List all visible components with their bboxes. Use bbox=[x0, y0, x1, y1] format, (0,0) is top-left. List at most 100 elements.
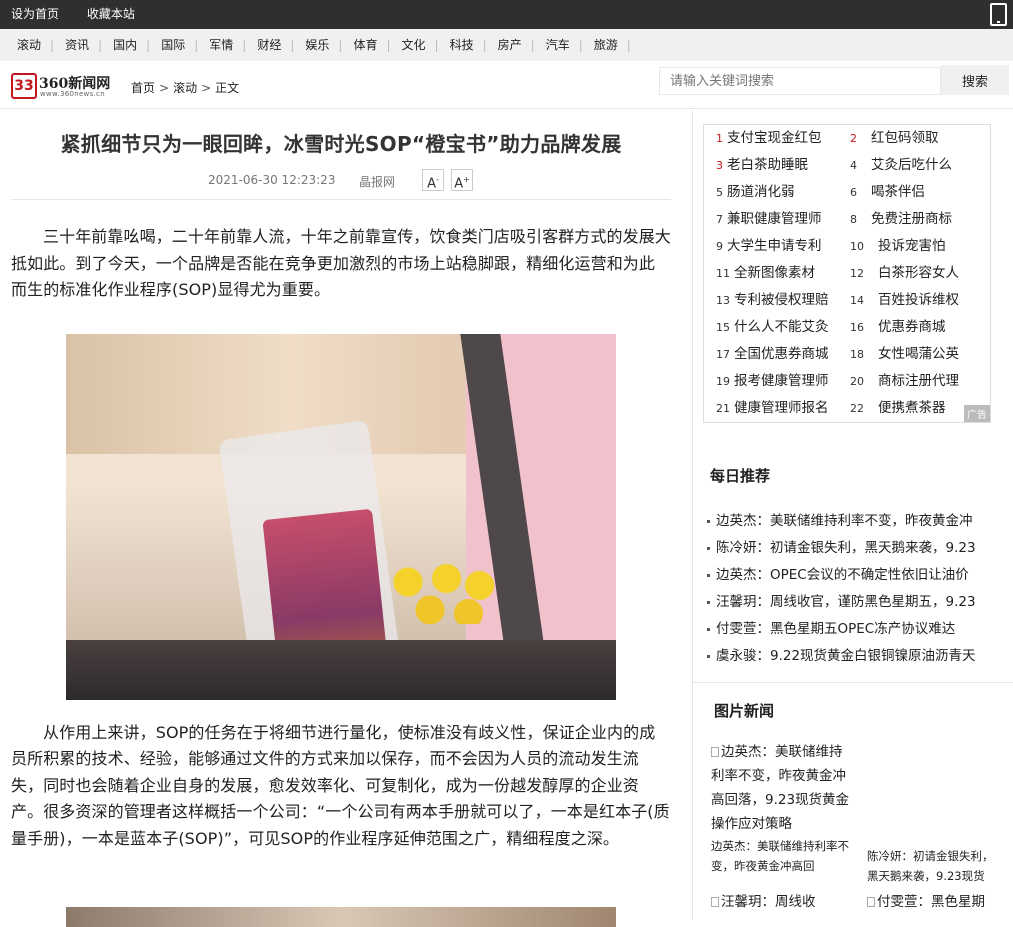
hot-label: 红包码领取 bbox=[871, 130, 939, 146]
nav-item[interactable]: 娱乐 bbox=[294, 29, 342, 61]
daily-recommend-item[interactable]: 汪馨玥：周线收官，谨防黑色星期五，9.23 bbox=[707, 589, 1012, 616]
nav-item[interactable]: 科技 bbox=[439, 29, 487, 61]
hot-label: 便携煮茶器 bbox=[878, 400, 946, 416]
nav-item[interactable]: 军情 bbox=[198, 29, 246, 61]
daily-recommend-text: 汪馨玥：周线收官，谨防黑色星期五，9.23 bbox=[716, 594, 976, 610]
photo-news-item-3[interactable]: 汪馨玥：周线收 bbox=[711, 890, 851, 914]
hot-item[interactable]: 6 喝茶伴侣 bbox=[850, 179, 925, 206]
set-home-link[interactable]: 设为首页 bbox=[11, 7, 59, 21]
font-decrease-button[interactable]: A- bbox=[422, 169, 444, 191]
nav-item[interactable]: 国内 bbox=[102, 29, 150, 61]
article: 紧抓细节只为一眼回眸，冰雪时光SOP“橙宝书”助力品牌发展 2021-06-30… bbox=[11, 110, 671, 852]
hot-label: 优惠券商城 bbox=[878, 319, 946, 335]
site-logo[interactable]: 33 360新闻网 www.360news.cn bbox=[11, 73, 111, 99]
photo-news-item-1[interactable]: 边英杰：美联储维持利率不变，昨夜黄金冲高回落，9.23现货黄金操作应对策略 bbox=[711, 740, 851, 836]
photo-news-caption-1[interactable]: 边英杰：美联储维持利率不变，昨夜黄金冲高回 bbox=[711, 836, 851, 876]
hot-label: 喝茶伴侣 bbox=[871, 184, 925, 200]
daily-recommend-item[interactable]: 边英杰：美联储维持利率不变，昨夜黄金冲 bbox=[707, 508, 1012, 535]
top-links: 设为首页 收藏本站 bbox=[11, 0, 159, 29]
photo-counter bbox=[66, 639, 616, 700]
daily-recommend-item[interactable]: 付雯萱：黑色星期五OPEC冻产协议难达 bbox=[707, 616, 1012, 643]
hot-rank: 11 bbox=[716, 267, 730, 280]
nav-item[interactable]: 资讯 bbox=[54, 29, 102, 61]
hot-item[interactable]: 10 投诉宠害怕 bbox=[850, 233, 946, 260]
daily-recommend-item[interactable]: 陈冷妍：初请金银失利，黑天鹅来袭，9.23 bbox=[707, 535, 1012, 562]
hot-item[interactable]: 2 红包码领取 bbox=[850, 125, 939, 152]
bullet-icon bbox=[707, 573, 710, 577]
hot-rank: 16 bbox=[850, 321, 864, 334]
nav-item[interactable]: 房产 bbox=[487, 29, 535, 61]
hot-rank: 7 bbox=[716, 213, 723, 226]
article-date: 2021-06-30 12:23:23 bbox=[208, 173, 336, 187]
hot-item[interactable]: 21 健康管理师报名 bbox=[716, 395, 829, 422]
breadcrumb-home[interactable]: 首页 bbox=[131, 81, 155, 95]
hot-item[interactable]: 3 老白茶助睡眠 bbox=[716, 152, 808, 179]
search-button[interactable]: 搜索 bbox=[941, 65, 1009, 95]
hot-rank: 18 bbox=[850, 348, 864, 361]
article-source: 晶报网 bbox=[359, 175, 396, 189]
photo-news-alt-1: 边英杰：美联储维持利率不变，昨夜黄金冲高回落，9.23现货黄金操作应对策略 bbox=[711, 744, 850, 832]
article-title: 紧抓细节只为一眼回眸，冰雪时光SOP“橙宝书”助力品牌发展 bbox=[60, 132, 622, 156]
daily-recommend-text: 边英杰：OPEC会议的不确定性依旧让油价 bbox=[716, 567, 969, 583]
hot-rank: 17 bbox=[716, 348, 730, 361]
hot-label: 老白茶助睡眠 bbox=[727, 157, 808, 173]
daily-recommend-text: 付雯萱：黑色星期五OPEC冻产协议难达 bbox=[716, 621, 956, 637]
nav-item[interactable]: 体育 bbox=[342, 29, 390, 61]
search-box: 搜索 bbox=[659, 65, 1009, 95]
hot-item[interactable]: 16 优惠券商城 bbox=[850, 314, 946, 341]
daily-recommend-text: 边英杰：美联储维持利率不变，昨夜黄金冲 bbox=[716, 513, 973, 529]
hot-item[interactable]: 19 报考健康管理师 bbox=[716, 368, 829, 395]
photo-news-alt-3: 汪馨玥：周线收 bbox=[721, 894, 816, 910]
hot-item[interactable]: 1 支付宝现金红包 bbox=[716, 125, 822, 152]
hot-item[interactable]: 9 大学生申请专利 bbox=[716, 233, 822, 260]
daily-recommend-item[interactable]: 边英杰：OPEC会议的不确定性依旧让油价 bbox=[707, 562, 1012, 589]
hot-rank: 12 bbox=[850, 267, 864, 280]
nav-item[interactable]: 旅游 bbox=[583, 29, 631, 61]
bullet-icon bbox=[707, 600, 710, 604]
hot-item[interactable]: 18 女性喝蒲公英 bbox=[850, 341, 959, 368]
search-input[interactable] bbox=[659, 67, 941, 95]
hot-item[interactable]: 11 全新图像素材 bbox=[716, 260, 815, 287]
hot-item[interactable]: 15 什么人不能艾灸 bbox=[716, 314, 829, 341]
hot-item[interactable]: 8 免费注册商标 bbox=[850, 206, 952, 233]
hot-item[interactable]: 22 便携煮茶器 bbox=[850, 395, 946, 422]
hot-item[interactable]: 12 白茶形容女人 bbox=[850, 260, 959, 287]
hot-label: 百姓投诉维权 bbox=[878, 292, 959, 308]
breadcrumb-current: 正文 bbox=[215, 81, 240, 95]
breadcrumb-scroll[interactable]: 滚动 bbox=[173, 81, 197, 95]
section-divider bbox=[693, 682, 1013, 683]
font-increase-button[interactable]: A+ bbox=[451, 169, 473, 191]
hot-label: 全国优惠券商城 bbox=[734, 346, 829, 362]
daily-recommend-item[interactable]: 虞永骏：9.22现货黄金白银铜镍原油沥青天 bbox=[707, 643, 1012, 670]
nav-item[interactable]: 国际 bbox=[150, 29, 198, 61]
mobile-phone-icon[interactable] bbox=[990, 3, 1007, 26]
hot-item[interactable]: 20 商标注册代理 bbox=[850, 368, 959, 395]
nav-item[interactable]: 滚动 bbox=[6, 29, 54, 61]
broken-image-icon bbox=[711, 747, 719, 757]
hot-rank: 8 bbox=[850, 213, 857, 226]
hot-label: 投诉宠害怕 bbox=[878, 238, 946, 254]
hot-item[interactable]: 4 艾灸后吃什么 bbox=[850, 152, 952, 179]
hot-item[interactable]: 14 百姓投诉维权 bbox=[850, 287, 959, 314]
header-row: 33 360新闻网 www.360news.cn 首页>滚动>正文 搜索 bbox=[0, 61, 1013, 109]
breadcrumb-sep-icon: > bbox=[201, 81, 212, 95]
daily-recommend-text: 陈冷妍：初请金银失利，黑天鹅来袭，9.23 bbox=[716, 540, 976, 556]
hot-item[interactable]: 17 全国优惠券商城 bbox=[716, 341, 829, 368]
nav-item[interactable]: 财经 bbox=[246, 29, 294, 61]
hot-rank: 20 bbox=[850, 375, 864, 388]
hot-item[interactable]: 5 肠道消化弱 bbox=[716, 179, 795, 206]
hot-label: 免费注册商标 bbox=[871, 211, 952, 227]
photo-lemons bbox=[386, 553, 496, 624]
hot-label: 全新图像素材 bbox=[734, 265, 815, 281]
daily-recommend-title: 每日推荐 bbox=[710, 467, 771, 485]
nav-item[interactable]: 汽车 bbox=[535, 29, 583, 61]
logo-url: www.360news.cn bbox=[40, 90, 105, 98]
hot-search-ad: 21 健康管理师报名 22 便携煮茶器 19 报考健康管理师 20 商标注册代理 17 全国优惠券… bbox=[703, 124, 991, 423]
hot-rank: 9 bbox=[716, 240, 723, 253]
hot-item[interactable]: 13 专利被侵权理赔 bbox=[716, 287, 829, 314]
photo-news-caption-2[interactable]: 陈冷妍：初请金银失利，黑天鹅来袭，9.23现货 bbox=[867, 846, 997, 886]
bookmark-link[interactable]: 收藏本站 bbox=[87, 7, 135, 21]
photo-news-item-4[interactable]: 付雯萱：黑色星期 bbox=[867, 890, 1007, 914]
nav-item[interactable]: 文化 bbox=[391, 29, 439, 61]
hot-item[interactable]: 7 兼职健康管理师 bbox=[716, 206, 822, 233]
